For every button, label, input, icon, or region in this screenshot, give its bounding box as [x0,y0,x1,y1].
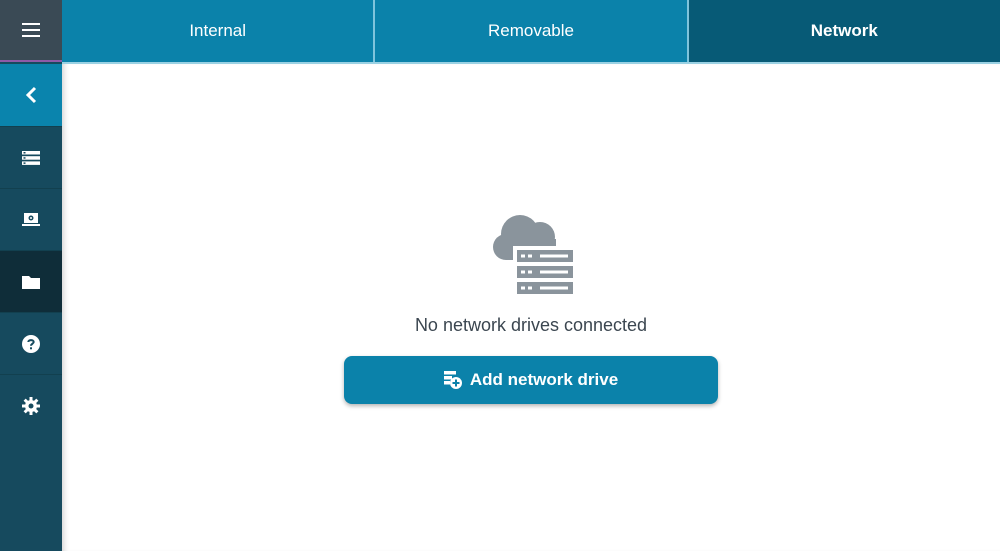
sidebar-item-folder[interactable] [0,250,62,312]
list-icon [22,150,40,165]
storage-tabs: Internal Removable Network [62,0,1000,64]
tab-internal[interactable]: Internal [62,0,374,62]
hamburger-menu-icon [22,23,40,37]
add-network-drive-icon [443,371,462,389]
sidebar-item-device[interactable] [0,188,62,250]
network-drives-panel: No network drives connected Add network … [62,64,1000,551]
laptop-icon [22,212,40,227]
add-network-drive-label: Add network drive [469,370,619,389]
sidebar-item-help[interactable] [0,312,62,374]
sidebar-item-settings[interactable] [0,374,62,436]
add-network-drive-button[interactable]: Add network drive [344,356,718,404]
tab-network[interactable]: Network [686,0,1000,62]
sidebar-menu-button[interactable] [0,0,62,62]
empty-state-message: No network drives connected [414,315,648,335]
gear-icon [22,396,40,415]
tab-removable[interactable]: Removable [373,0,687,62]
help-icon [22,334,40,353]
folder-icon [22,275,40,289]
chevron-left-icon [24,86,38,104]
sidebar-back-button[interactable] [0,64,62,126]
sidebar-item-storage-list[interactable] [0,126,62,188]
sidebar [0,0,62,551]
cloud-server-icon [488,209,578,299]
app-root: Internal Removable Network No network dr… [0,0,1000,551]
